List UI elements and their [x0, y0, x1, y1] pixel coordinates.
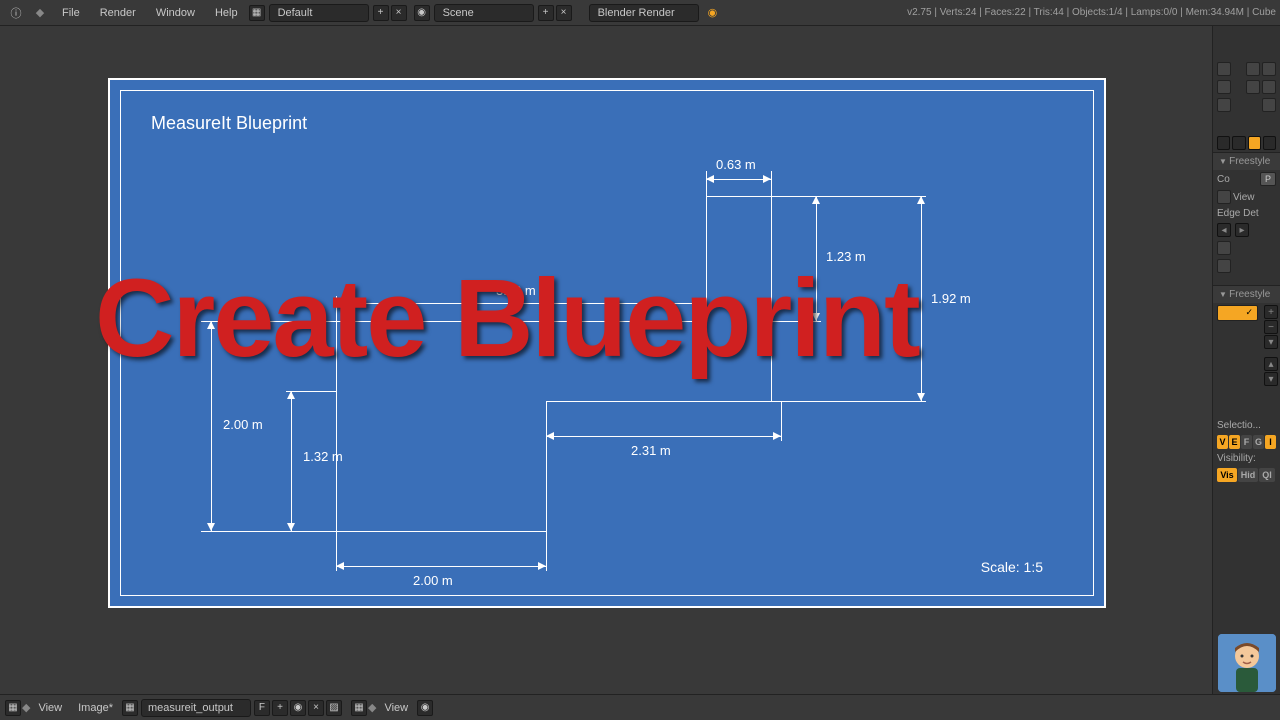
- badge-e[interactable]: E: [1229, 435, 1240, 449]
- dim-2-00h: 2.00 m: [413, 573, 453, 588]
- engine-dropdown[interactable]: Blender Render: [589, 4, 699, 22]
- edge-det-label: Edge Det: [1217, 208, 1259, 219]
- editor-type-icon-2[interactable]: ▦: [351, 700, 367, 716]
- camera-icon[interactable]: [1262, 62, 1276, 76]
- menu-render[interactable]: Render: [90, 7, 146, 19]
- checkbox-icon[interactable]: [1217, 259, 1231, 273]
- add-lineset-button[interactable]: +: [1264, 305, 1278, 319]
- move-down-button[interactable]: ▾: [1264, 372, 1278, 386]
- visibility-badges: Vis Hid QI: [1213, 466, 1280, 484]
- fake-user-button[interactable]: F: [254, 700, 270, 716]
- menu-image[interactable]: Image*: [70, 702, 121, 714]
- badge-i[interactable]: I: [1265, 435, 1276, 449]
- uv-icon[interactable]: ▨: [326, 700, 342, 716]
- cursor-icon[interactable]: [1246, 62, 1260, 76]
- scene-value: Scene: [443, 7, 474, 19]
- editor-type-icon[interactable]: ▦: [5, 700, 21, 716]
- panel-freestyle-1[interactable]: Freestyle: [1213, 152, 1280, 170]
- tab-render-icon[interactable]: [1217, 136, 1230, 150]
- menu-view-bottom[interactable]: View: [30, 702, 70, 714]
- selection-badges: V E F G I: [1213, 433, 1280, 451]
- next-button[interactable]: ▸: [1235, 223, 1249, 237]
- camera-icon[interactable]: [1262, 80, 1276, 94]
- scene-add-button[interactable]: +: [538, 5, 554, 21]
- badge-hid[interactable]: Hid: [1238, 468, 1258, 482]
- dim-1-32: 1.32 m: [303, 449, 343, 464]
- lineset-color[interactable]: ✓: [1217, 305, 1258, 321]
- prev-button[interactable]: ◂: [1217, 223, 1231, 237]
- co-label: Co: [1217, 174, 1230, 185]
- checkbox-icon[interactable]: [1217, 190, 1231, 204]
- menu-file[interactable]: File: [52, 7, 90, 19]
- blender-logo-icon: ◉: [708, 6, 718, 19]
- blueprint-title: MeasureIt Blueprint: [151, 113, 307, 134]
- badge-v[interactable]: V: [1217, 435, 1228, 449]
- eye-icon[interactable]: [1217, 62, 1231, 76]
- eye-icon[interactable]: [1217, 98, 1231, 112]
- tab-icons-row: [1213, 134, 1280, 152]
- badge-qi[interactable]: QI: [1259, 468, 1275, 482]
- tab-scene-icon[interactable]: [1248, 136, 1261, 150]
- remove-lineset-button[interactable]: −: [1264, 320, 1278, 334]
- scene-icon[interactable]: ◉: [414, 5, 430, 21]
- badge-f[interactable]: F: [1241, 435, 1252, 449]
- info-icon[interactable]: ⓘ: [6, 3, 26, 23]
- layout-value: Default: [278, 7, 313, 19]
- channels-icon[interactable]: ◉: [417, 700, 433, 716]
- cursor-icon[interactable]: [1246, 80, 1260, 94]
- image-add-button[interactable]: +: [272, 700, 288, 716]
- eye-icon[interactable]: [1217, 80, 1231, 94]
- image-name-field[interactable]: measureit_output: [141, 699, 251, 717]
- engine-value: Blender Render: [598, 7, 675, 19]
- outliner-row-3[interactable]: [1213, 96, 1280, 114]
- view-checkbox-label: View: [1233, 192, 1255, 203]
- image-browse-icon[interactable]: ▦: [122, 700, 138, 716]
- dim-0-63: 0.63 m: [716, 157, 756, 172]
- menu-help[interactable]: Help: [205, 7, 248, 19]
- dim-2-00v: 2.00 m: [223, 417, 263, 432]
- bottom-bar: ▦ ◆ View Image* ▦ measureit_output F + ◉…: [0, 694, 1280, 720]
- dim-2-31: 2.31 m: [631, 443, 671, 458]
- cursor-icon[interactable]: [1262, 98, 1276, 112]
- badge-vis[interactable]: Vis: [1217, 468, 1237, 482]
- collapse-icon[interactable]: ◆: [30, 3, 50, 23]
- create-blueprint-overlay: Create Blueprint: [95, 255, 919, 382]
- properties-panel: Freestyle Co P View Edge Det ◂ ▸ Freestyle…: [1212, 26, 1280, 694]
- panel-freestyle-2[interactable]: Freestyle: [1213, 285, 1280, 303]
- layout-dropdown[interactable]: Default: [269, 4, 369, 22]
- scene-close-button[interactable]: ×: [556, 5, 572, 21]
- scene-dropdown[interactable]: Scene: [434, 4, 534, 22]
- move-up-button[interactable]: ▴: [1264, 357, 1278, 371]
- visibility-label: Visibility:: [1217, 453, 1256, 464]
- p-button[interactable]: P: [1260, 172, 1276, 186]
- image-pin-icon[interactable]: ◉: [290, 700, 306, 716]
- user-avatar: [1218, 634, 1276, 692]
- menu-window[interactable]: Window: [146, 7, 205, 19]
- collapse-icon[interactable]: ◆: [22, 701, 30, 714]
- tab-layers-icon[interactable]: [1232, 136, 1245, 150]
- menu-view-bottom-2[interactable]: View: [376, 702, 416, 714]
- layout-close-button[interactable]: ×: [391, 5, 407, 21]
- checkbox-icon[interactable]: [1217, 241, 1231, 255]
- selection-label: Selectio...: [1217, 420, 1261, 431]
- collapse-icon-2[interactable]: ◆: [368, 701, 376, 714]
- blueprint-scale: Scale: 1:5: [981, 559, 1043, 575]
- outliner-row-2[interactable]: [1213, 78, 1280, 96]
- lineset-menu-button[interactable]: ▾: [1264, 335, 1278, 349]
- tab-world-icon[interactable]: [1263, 136, 1276, 150]
- image-close-button[interactable]: ×: [308, 700, 324, 716]
- badge-g[interactable]: G: [1253, 435, 1264, 449]
- outliner-row-1[interactable]: [1213, 60, 1280, 78]
- stats-text: v2.75 | Verts:24 | Faces:22 | Tris:44 | …: [907, 7, 1276, 18]
- layout-add-button[interactable]: +: [373, 5, 389, 21]
- dim-1-92: 1.92 m: [931, 291, 971, 306]
- layout-grid-icon[interactable]: ▦: [249, 5, 265, 21]
